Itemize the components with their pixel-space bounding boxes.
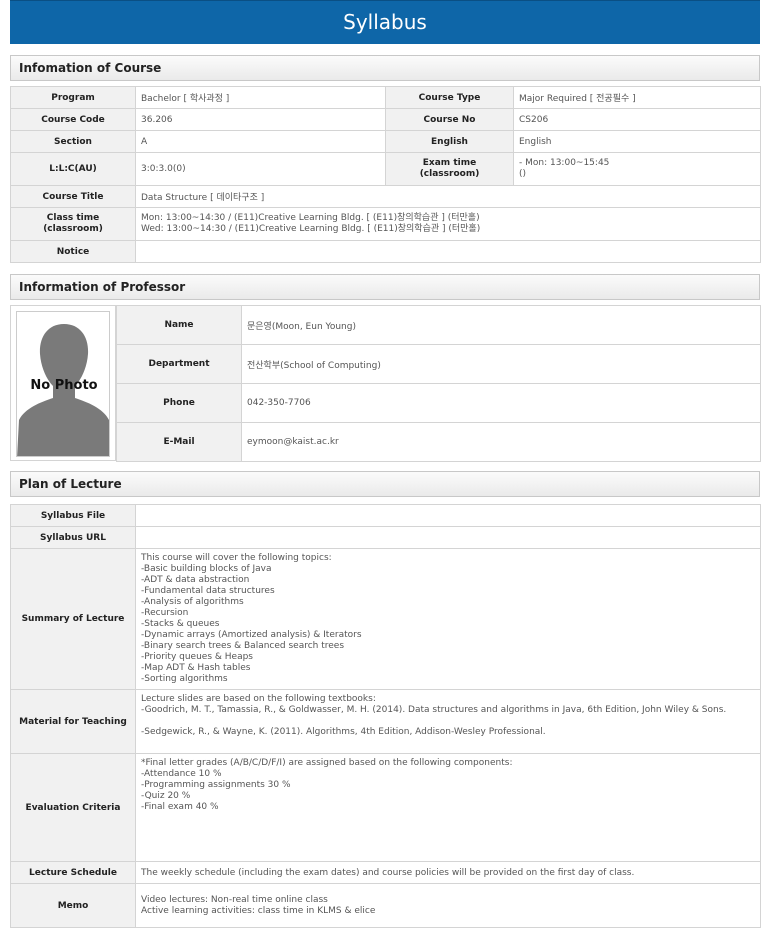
exam-time-label: Exam time (classroom) [385,152,514,186]
memo-value: Video lectures: Non-real time online cla… [135,883,761,928]
class-time-value: Mon: 13:00~14:30 / (E11)Creative Learnin… [135,207,761,241]
no-photo-image: No Photo [16,311,110,457]
syllabus-file-label: Syllabus File [10,504,136,527]
course-info-table: Program Bachelor [ 학사과정 ] Course Type Ma… [10,86,761,263]
notice-value [135,240,761,263]
program-label: Program [10,86,136,109]
lecture-hours-label: L:L:C(AU) [10,152,136,186]
course-code-value: 36.206 [135,108,386,131]
class-time-label: Class time (classroom) [10,207,136,241]
english-label: English [385,130,514,153]
schedule-label: Lecture Schedule [10,861,136,884]
plan-table: Syllabus File Syllabus URL Summary of Le… [10,504,761,928]
program-value: Bachelor [ 학사과정 ] [135,86,386,109]
course-type-value: Major Required [ 전공필수 ] [513,86,761,109]
syllabus-file-value[interactable] [135,504,761,527]
exam-time-value: - Mon: 13:00~15:45 () [513,152,761,186]
course-no-label: Course No [385,108,514,131]
summary-value: This course will cover the following top… [135,548,761,690]
department-label: Department [116,344,242,384]
summary-label: Summary of Lecture [10,548,136,690]
phone-label: Phone [116,383,242,423]
evaluation-label: Evaluation Criteria [10,753,136,862]
material-label: Material for Teaching [10,689,136,754]
course-title-label: Course Title [10,185,136,208]
schedule-value: The weekly schedule (including the exam … [135,861,761,884]
section-label: Section [10,130,136,153]
english-value: English [513,130,761,153]
name-value: 문은영(Moon, Eun Young) [241,305,761,345]
memo-label: Memo [10,883,136,928]
plan-heading: Plan of Lecture [10,471,760,497]
syllabus-url-label: Syllabus URL [10,526,136,549]
syllabus-url-value[interactable] [135,526,761,549]
email-value[interactable]: eymoon@kaist.ac.kr [241,422,761,462]
department-value: 전산학부(School of Computing) [241,344,761,384]
section-value: A [135,130,386,153]
phone-value: 042-350-7706 [241,383,761,423]
evaluation-value: *Final letter grades (A/B/C/D/F/I) are a… [135,753,761,862]
professor-info-heading: Information of Professor [10,274,760,300]
course-type-label: Course Type [385,86,514,109]
course-no-value: CS206 [513,108,761,131]
professor-photo-frame: No Photo [10,305,116,461]
course-code-label: Course Code [10,108,136,131]
professor-info-table: Name 문은영(Moon, Eun Young) Department 전산학… [116,305,761,462]
material-value: Lecture slides are based on the followin… [135,689,761,754]
notice-label: Notice [10,240,136,263]
name-label: Name [116,305,242,345]
email-label: E-Mail [116,422,242,462]
page-title: Syllabus [10,0,760,44]
no-photo-text: No Photo [30,378,98,393]
lecture-hours-value: 3:0:3.0(0) [135,152,386,186]
course-title-value: Data Structure [ 데이타구조 ] [135,185,761,208]
course-info-heading: Infomation of Course [10,55,760,81]
